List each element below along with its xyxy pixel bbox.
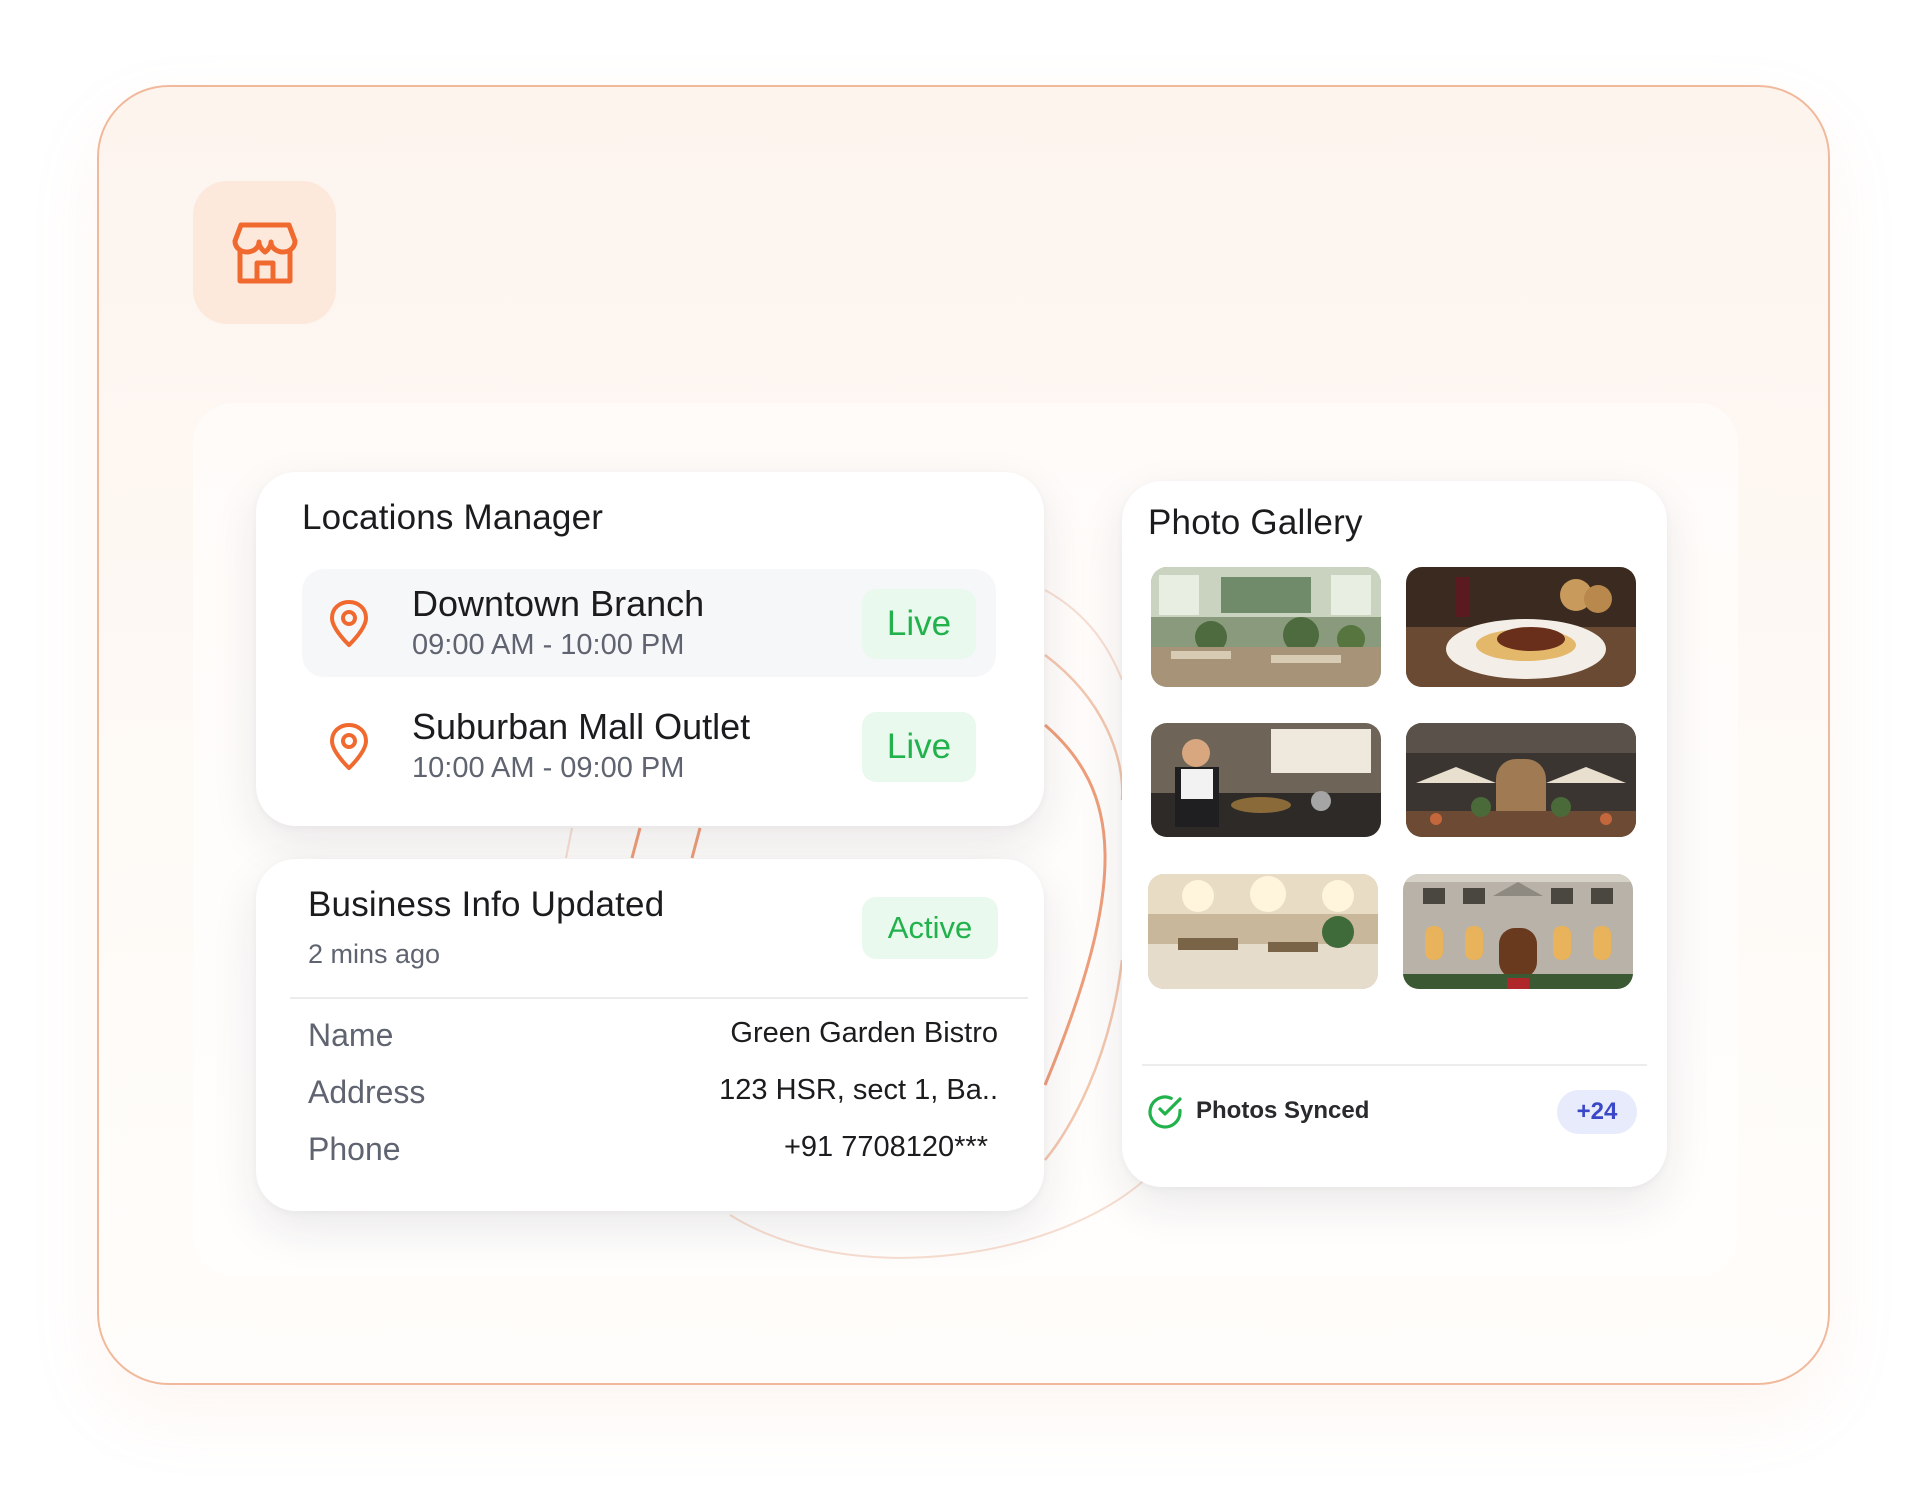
location-row[interactable]: Suburban Mall Outlet 10:00 AM - 09:00 PM… — [302, 692, 996, 800]
location-name: Suburban Mall Outlet — [412, 706, 751, 747]
photo-thumbnail-restaurant-interior[interactable] — [1151, 567, 1381, 687]
phone-value: +91 7708120*** — [783, 1131, 988, 1163]
location-pin-icon — [330, 723, 368, 770]
locations-manager-card: Locations Manager Downtown Branch 09:00 … — [256, 472, 1044, 826]
location-hours: 09:00 AM - 10:00 PM — [412, 629, 685, 661]
active-status-badge: Active — [862, 897, 998, 959]
photo-count-badge[interactable]: +24 — [1557, 1090, 1637, 1134]
business-info-card: Business Info Updated 2 mins ago Active … — [256, 859, 1044, 1211]
divider — [290, 997, 1028, 999]
location-row[interactable]: Downtown Branch 09:00 AM - 10:00 PM Live — [302, 569, 996, 677]
divider — [1142, 1064, 1647, 1066]
live-status-badge: Live — [862, 589, 976, 659]
phone-label: Phone — [308, 1131, 401, 1167]
check-circle-icon — [1148, 1095, 1182, 1129]
name-value: Green Garden Bistro — [730, 1017, 998, 1049]
business-info-title: Business Info Updated — [308, 885, 665, 924]
gallery-title: Photo Gallery — [1148, 503, 1363, 542]
store-icon — [232, 222, 297, 283]
location-pin-icon — [330, 600, 368, 647]
photo-thumbnail-building-facade[interactable] — [1403, 874, 1633, 989]
location-name: Downtown Branch — [412, 583, 705, 624]
live-status-badge: Live — [862, 712, 976, 782]
locations-title: Locations Manager — [302, 498, 604, 537]
photo-thumbnail-plated-dish[interactable] — [1406, 567, 1636, 687]
photos-synced-label: Photos Synced — [1196, 1097, 1370, 1124]
photo-gallery-card: Photo Gallery Photos Synced +24 — [1122, 481, 1667, 1187]
updated-time: 2 mins ago — [308, 939, 441, 969]
address-value: 123 HSR, sect 1, Ba.. — [719, 1074, 998, 1106]
photo-thumbnail-restaurant-exterior[interactable] — [1406, 723, 1636, 837]
store-badge — [193, 181, 336, 324]
photo-thumbnail-chef-kitchen[interactable] — [1151, 723, 1381, 837]
photo-thumbnail-banquet-hall[interactable] — [1148, 874, 1378, 989]
location-hours: 10:00 AM - 09:00 PM — [412, 752, 685, 784]
address-label: Address — [308, 1074, 426, 1110]
name-label: Name — [308, 1017, 394, 1053]
